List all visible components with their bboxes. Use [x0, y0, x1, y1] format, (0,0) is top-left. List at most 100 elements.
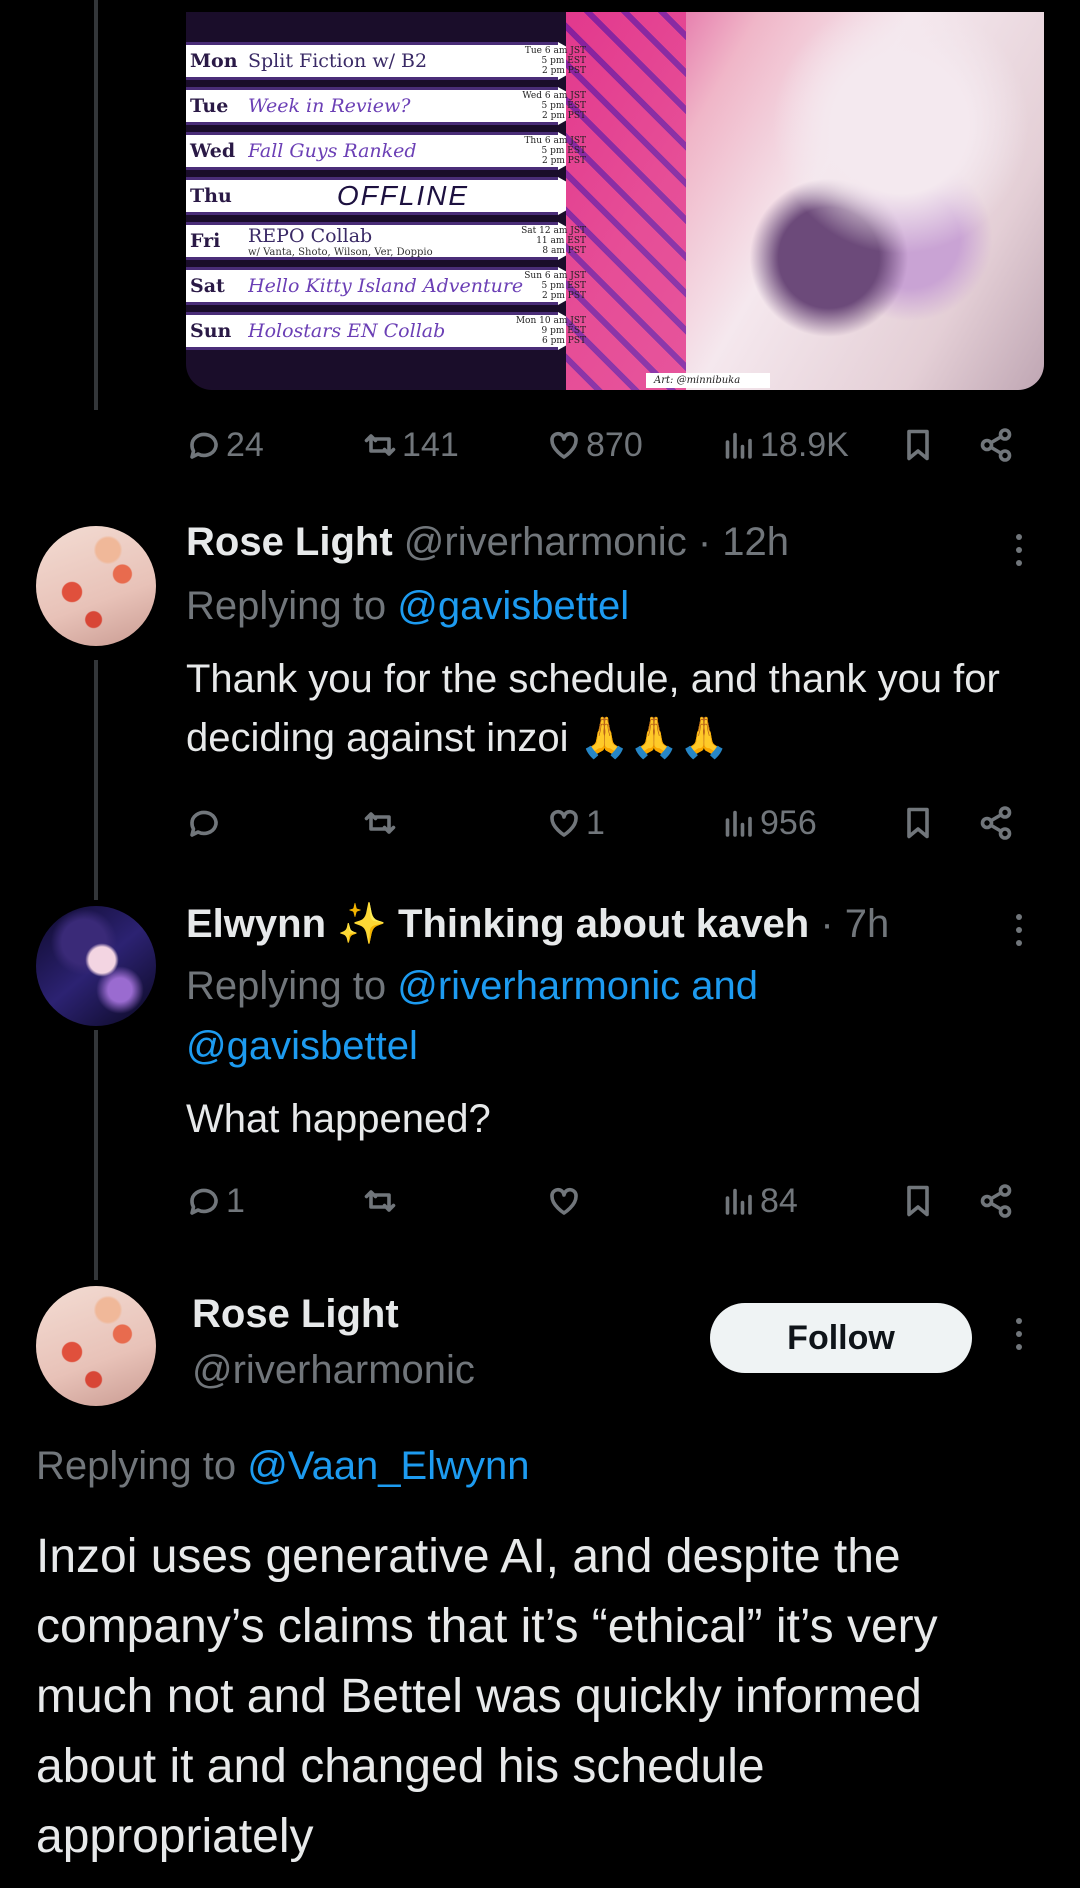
schedule-day: Mon — [190, 50, 238, 72]
schedule-row: Thu OFFLINE — [186, 177, 592, 215]
reply-button[interactable] — [186, 798, 222, 848]
schedule-title: OFFLINE — [248, 180, 558, 212]
bookmark-button[interactable] — [900, 420, 936, 470]
more-icon[interactable] — [1016, 1318, 1024, 1357]
views-icon — [725, 432, 752, 459]
repost-button[interactable]: 141 — [362, 420, 459, 470]
avatar[interactable] — [36, 906, 156, 1026]
replying-prefix: Replying to — [186, 584, 387, 628]
schedule-row: Mon Split Fiction w/ B2 Tue 6 am JST 5 pm E… — [186, 42, 592, 80]
views-icon — [725, 810, 752, 837]
replying-to: Replying to @riverharmonic and — [186, 964, 758, 1009]
views-count: 84 — [760, 1181, 798, 1220]
schedule-time: 2 pm PST — [542, 156, 586, 166]
schedule-image[interactable]: Mon Split Fiction w/ B2 Tue 6 am JST 5 pm E… — [186, 12, 1044, 390]
schedule-times: Sun 6 am JST 5 pm EST 2 pm PST — [508, 271, 586, 301]
schedule-time: 6 pm PST — [542, 336, 586, 346]
views-button[interactable]: 956 — [720, 798, 817, 848]
share-button[interactable] — [978, 420, 1014, 470]
focused-text: Inzoi uses generative AI, and despite th… — [36, 1530, 938, 1863]
schedule-time: 9 pm EST — [541, 326, 586, 336]
schedule-row: Sun Holostars EN Collab Mon 10 am JST 9 pm … — [186, 312, 592, 350]
bookmark-icon — [907, 807, 929, 839]
repost-count: 141 — [402, 425, 459, 464]
display-name[interactable]: Elwynn ✨ Thinking about kaveh — [186, 902, 809, 946]
reply-button[interactable]: 1 — [186, 1176, 245, 1226]
reply2-text: What happened? — [186, 1097, 491, 1141]
reply-icon — [190, 432, 218, 459]
share-icon — [980, 428, 1012, 462]
thread-line — [94, 660, 98, 900]
bookmark-button[interactable] — [900, 798, 936, 848]
follow-button[interactable]: Follow — [710, 1303, 972, 1373]
reply2-header: Elwynn ✨ Thinking about kaveh · 7h — [186, 900, 889, 947]
schedule-time: 11 am EST — [536, 236, 586, 246]
reply1-header: Rose Light @riverharmonic · 12h — [186, 520, 789, 565]
replying-to: Replying to @gavisbettel — [186, 584, 629, 629]
reply2-actions: 1 84 — [186, 1176, 1026, 1226]
bookmark-icon — [907, 429, 929, 461]
schedule-time: Tue 6 am JST — [524, 46, 586, 56]
schedule-day: Sun — [190, 320, 232, 342]
schedule-title-text: Week in Review? — [248, 95, 411, 117]
reply-icon — [190, 1188, 218, 1215]
reply1-actions: 1 956 — [186, 798, 1026, 848]
repost-icon — [364, 1190, 396, 1212]
schedule-time: 2 pm PST — [542, 291, 586, 301]
schedule-time: 2 pm PST — [542, 66, 586, 76]
schedule-time: 5 pm EST — [541, 146, 586, 156]
thread-line — [94, 1030, 98, 1280]
art-credit: Art: @minnibuka — [646, 373, 771, 388]
replying-prefix: Replying to — [36, 1444, 237, 1488]
schedule-time: Sun 6 am JST — [524, 271, 586, 281]
schedule-time: Mon 10 am JST — [515, 316, 586, 326]
timestamp[interactable]: · 7h — [820, 902, 889, 946]
display-name[interactable]: Rose Light — [186, 520, 393, 564]
repost-button[interactable] — [362, 798, 398, 848]
like-button[interactable]: 1 — [546, 798, 605, 848]
mention-link[interactable]: @gavisbettel — [186, 1024, 418, 1068]
reply-count: 1 — [226, 1181, 245, 1220]
schedule-times: Thu 6 am JST 5 pm EST 2 pm PST — [508, 136, 586, 166]
bookmark-icon — [907, 1185, 929, 1217]
replying-prefix: Replying to — [186, 964, 387, 1008]
like-button[interactable] — [546, 1176, 582, 1226]
avatar[interactable] — [36, 1286, 156, 1406]
handle[interactable]: @riverharmonic — [404, 520, 687, 564]
replying-to: Replying to @Vaan_Elwynn — [36, 1444, 530, 1489]
like-count: 1 — [586, 803, 605, 842]
schedule-times: Mon 10 am JST 9 pm EST 6 pm PST — [508, 316, 586, 346]
share-button[interactable] — [978, 1176, 1014, 1226]
schedule-title-text: Split Fiction w/ B2 — [248, 50, 428, 72]
views-button[interactable]: 84 — [720, 1176, 798, 1226]
like-button[interactable]: 870 — [546, 420, 643, 470]
thread-line — [94, 0, 98, 410]
schedule-title-text: Hello Kitty Island Adventure — [248, 275, 524, 297]
schedule-row: Tue Week in Review? Wed 6 am JST 5 pm EST 2 … — [186, 87, 592, 125]
mention-link[interactable]: @Vaan_Elwynn — [247, 1444, 529, 1488]
more-icon[interactable] — [1016, 914, 1024, 953]
more-icon[interactable] — [1016, 534, 1024, 573]
mention-link[interactable]: @riverharmonic and — [397, 964, 758, 1008]
bookmark-button[interactable] — [900, 1176, 936, 1226]
share-button[interactable] — [978, 798, 1014, 848]
repost-icon — [364, 434, 396, 456]
avatar[interactable] — [36, 526, 156, 646]
schedule-times: Sat 12 am JST 11 am EST 8 am PST — [508, 226, 586, 256]
timestamp[interactable]: · 12h — [698, 520, 789, 564]
focused-handle[interactable]: @riverharmonic — [192, 1348, 475, 1393]
reply-count: 24 — [226, 425, 264, 464]
schedule-time: 5 pm EST — [541, 56, 586, 66]
schedule-time: 5 pm EST — [541, 281, 586, 291]
schedule-time: 2 pm PST — [542, 111, 586, 121]
repost-button[interactable] — [362, 1176, 398, 1226]
schedule-day: Thu — [190, 185, 232, 207]
reply-button[interactable]: 24 — [186, 420, 264, 470]
schedule-row: Wed Fall Guys Ranked Thu 6 am JST 5 pm EST 2… — [186, 132, 592, 170]
schedule-times: Tue 6 am JST 5 pm EST 2 pm PST — [508, 46, 586, 76]
views-button[interactable]: 18.9K — [720, 420, 849, 470]
display-name[interactable]: Rose Light — [192, 1292, 399, 1336]
mention-link[interactable]: @gavisbettel — [397, 584, 629, 628]
schedule-time: Sat 12 am JST — [521, 226, 586, 236]
schedule-time: Wed 6 am JST — [522, 91, 586, 101]
